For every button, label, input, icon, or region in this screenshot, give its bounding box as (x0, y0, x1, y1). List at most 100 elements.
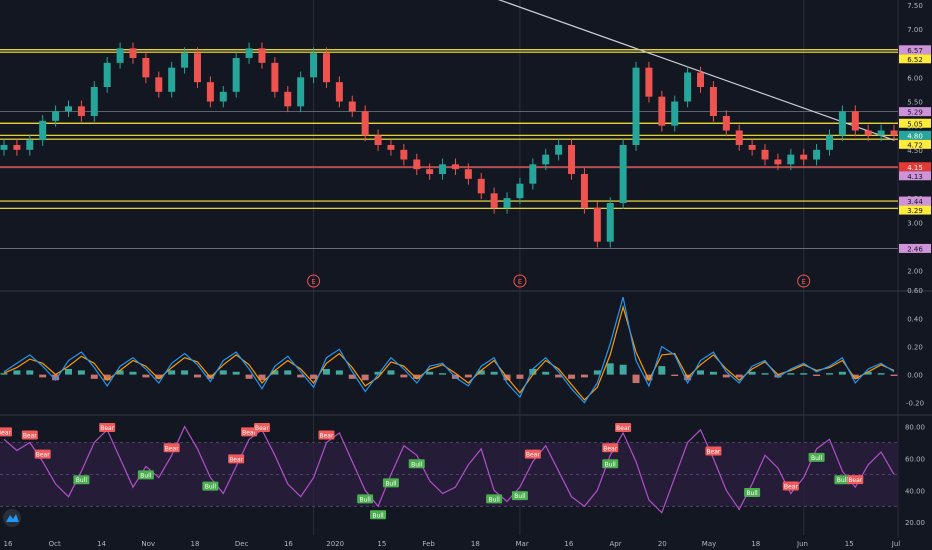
price-level-label: 6.52 (907, 56, 923, 64)
tradingview-logo-icon[interactable] (3, 509, 21, 527)
candle-body (26, 140, 34, 150)
candle-body (310, 53, 318, 78)
price-level-label: 2.46 (907, 245, 923, 253)
signal-tag-label: Bull (837, 477, 849, 484)
candle-body (761, 149, 769, 160)
candle-body (155, 77, 163, 92)
candle-body (439, 164, 447, 174)
candle-body (39, 120, 47, 141)
candle-body (374, 135, 382, 145)
time-axis-tick: 15 (845, 540, 854, 548)
time-axis-tick: 20 (658, 540, 667, 548)
candle-body (568, 145, 576, 174)
candle-body (593, 207, 601, 242)
macd-histogram-bar (181, 370, 189, 375)
candle-body (181, 53, 189, 68)
candle-body (297, 77, 305, 107)
candle-body (0, 145, 8, 150)
time-axis-tick: 2020 (326, 540, 344, 548)
time-axis-tick: Jun (796, 540, 808, 548)
macd-histogram-bar (658, 366, 666, 375)
candle-body (851, 111, 859, 131)
macd-histogram-bar (877, 373, 885, 375)
signal-tag-label: Bear (526, 452, 540, 459)
macd-histogram-bar (219, 370, 227, 375)
time-axis-tick: 16 (564, 540, 573, 548)
price-axis-tick: 3.00 (907, 219, 923, 227)
price-axis-tick: 5.50 (907, 99, 923, 107)
candle-body (206, 82, 214, 102)
candle-body (245, 48, 253, 58)
macd-histogram-bar (90, 374, 98, 379)
candle-body (826, 135, 834, 150)
macd-histogram-bar (77, 370, 85, 375)
rsi-axis-tick: 80.00 (905, 424, 925, 432)
macd-histogram-bar (26, 370, 34, 375)
time-axis-tick: 15 (377, 540, 386, 548)
macd-histogram-bar (761, 373, 769, 375)
earnings-marker-label: E (801, 278, 805, 286)
macd-histogram-bar (39, 374, 47, 378)
candle-body (580, 174, 588, 208)
signal-tag-label: Bear (229, 456, 243, 463)
candle-body (284, 91, 292, 107)
signal-tag-label: Bear (0, 429, 12, 436)
price-axis-tick: 6.00 (907, 74, 923, 82)
candle-body (800, 154, 808, 160)
candle-body (451, 164, 459, 170)
macd-histogram-bar (426, 371, 434, 375)
candle-body (426, 169, 434, 174)
signal-tag-label: Bull (411, 461, 423, 468)
candle-body (490, 193, 498, 208)
macd-histogram-bar (64, 368, 72, 375)
price-level-label: 4.80 (907, 132, 923, 140)
macd-histogram-bar (722, 374, 730, 378)
candle-body (709, 87, 717, 116)
candle-body (13, 145, 21, 150)
candle-body (684, 72, 692, 102)
candle-body (335, 82, 343, 102)
candle-body (90, 87, 98, 116)
macd-histogram-bar (439, 373, 447, 375)
price-level-label: 5.29 (907, 109, 923, 117)
signal-tag-label: Bull (811, 455, 823, 462)
macd-histogram-bar (735, 374, 743, 378)
time-axis-tick: Mar (515, 540, 528, 548)
macd-axis-tick: 0.40 (907, 315, 923, 323)
signal-tag-label: Bull (489, 496, 501, 503)
signal-tag-label: Bear (616, 425, 630, 432)
macd-histogram-bar (697, 370, 705, 375)
signal-tag-label: Bull (76, 477, 88, 484)
macd-histogram-bar (387, 370, 395, 375)
time-axis-tick: May (702, 540, 716, 548)
candle-body (735, 130, 743, 145)
macd-histogram-bar (232, 371, 240, 375)
macd-histogram-bar (490, 371, 498, 375)
candle-body (129, 48, 137, 58)
candle-body (52, 111, 60, 121)
price-level-label: 4.13 (907, 173, 923, 181)
price-level-label: 5.05 (907, 120, 923, 128)
time-axis-tick: 18 (471, 540, 480, 548)
candle-body (77, 106, 85, 116)
signal-tag-label: Bull (205, 484, 217, 491)
candle-body (400, 149, 408, 160)
time-axis-tick: 16 (284, 540, 293, 548)
macd-histogram-bar (568, 374, 576, 379)
signal-tag-label: Bull (514, 493, 526, 500)
macd-histogram-bar (619, 364, 627, 375)
candle-body (387, 145, 395, 150)
price-level-label: 3.29 (907, 207, 923, 215)
time-axis-tick: Oct (49, 540, 61, 548)
stock-chart[interactable]: 7.507.006.506.005.505.004.504.003.503.00… (0, 0, 932, 550)
macd-histogram-bar (361, 374, 369, 381)
price-level-label: 6.57 (907, 47, 923, 55)
macd-histogram-bar (284, 370, 292, 375)
signal-tag-label: Bull (385, 480, 397, 487)
macd-histogram-bar (813, 374, 821, 377)
price-level-label: 3.44 (907, 198, 923, 206)
time-axis-tick: Feb (422, 540, 435, 548)
macd-histogram-bar (671, 374, 679, 377)
candle-body (142, 58, 150, 78)
candle-body (632, 67, 640, 145)
